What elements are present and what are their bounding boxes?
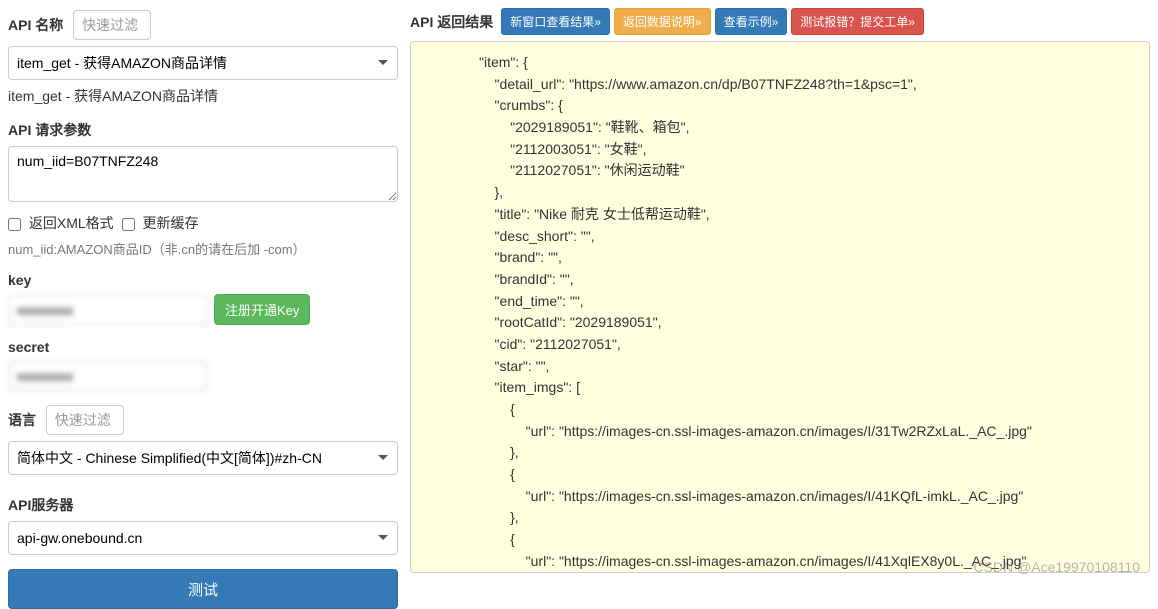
lang-filter-input[interactable] xyxy=(46,405,124,435)
xml-checkbox-label: 返回XML格式 xyxy=(29,215,114,231)
key-input[interactable] xyxy=(8,295,208,325)
result-label: API 返回结果 xyxy=(410,12,493,32)
test-button[interactable]: 测试 xyxy=(8,569,398,609)
xml-checkbox[interactable] xyxy=(8,218,21,231)
example-tag[interactable]: 查看示例» xyxy=(715,8,788,35)
lang-label: 语言 xyxy=(8,410,36,430)
api-select-subtext: item_get - 获得AMAZON商品详情 xyxy=(8,86,398,106)
refresh-checkbox[interactable] xyxy=(122,218,135,231)
refresh-checkbox-label: 更新缓存 xyxy=(142,215,198,231)
api-params-label: API 请求参数 xyxy=(8,120,91,140)
api-name-label: API 名称 xyxy=(8,15,63,35)
new-window-tag[interactable]: 新窗口查看结果» xyxy=(501,8,610,35)
secret-label: secret xyxy=(8,339,49,355)
lang-select[interactable]: 简体中文 - Chinese Simplified(中文[简体])#zh-CN xyxy=(8,441,398,475)
bug-report-tag[interactable]: 测试报错？提交工单» xyxy=(791,8,924,35)
left-panel: API 名称 item_get - 获得AMAZON商品详情 item_get … xyxy=(8,8,398,573)
data-desc-tag[interactable]: 返回数据说明» xyxy=(614,8,711,35)
secret-input[interactable] xyxy=(8,361,208,391)
server-select[interactable]: api-gw.onebound.cn xyxy=(8,521,398,555)
key-label: key xyxy=(8,272,31,288)
json-result-box[interactable]: "item": { "detail_url": "https://www.ama… xyxy=(410,41,1150,573)
param-hint: num_iid:AMAZON商品ID（非.cn的请在后加 -com） xyxy=(8,239,398,258)
api-name-select[interactable]: item_get - 获得AMAZON商品详情 xyxy=(8,46,398,80)
register-key-button[interactable]: 注册开通Key xyxy=(214,294,310,325)
right-panel: API 返回结果 新窗口查看结果» 返回数据说明» 查看示例» 测试报错？提交工… xyxy=(410,8,1150,573)
api-name-filter-input[interactable] xyxy=(73,10,151,40)
server-label: API服务器 xyxy=(8,495,73,515)
api-params-textarea[interactable]: num_iid=B07TNFZ248 xyxy=(8,146,398,202)
